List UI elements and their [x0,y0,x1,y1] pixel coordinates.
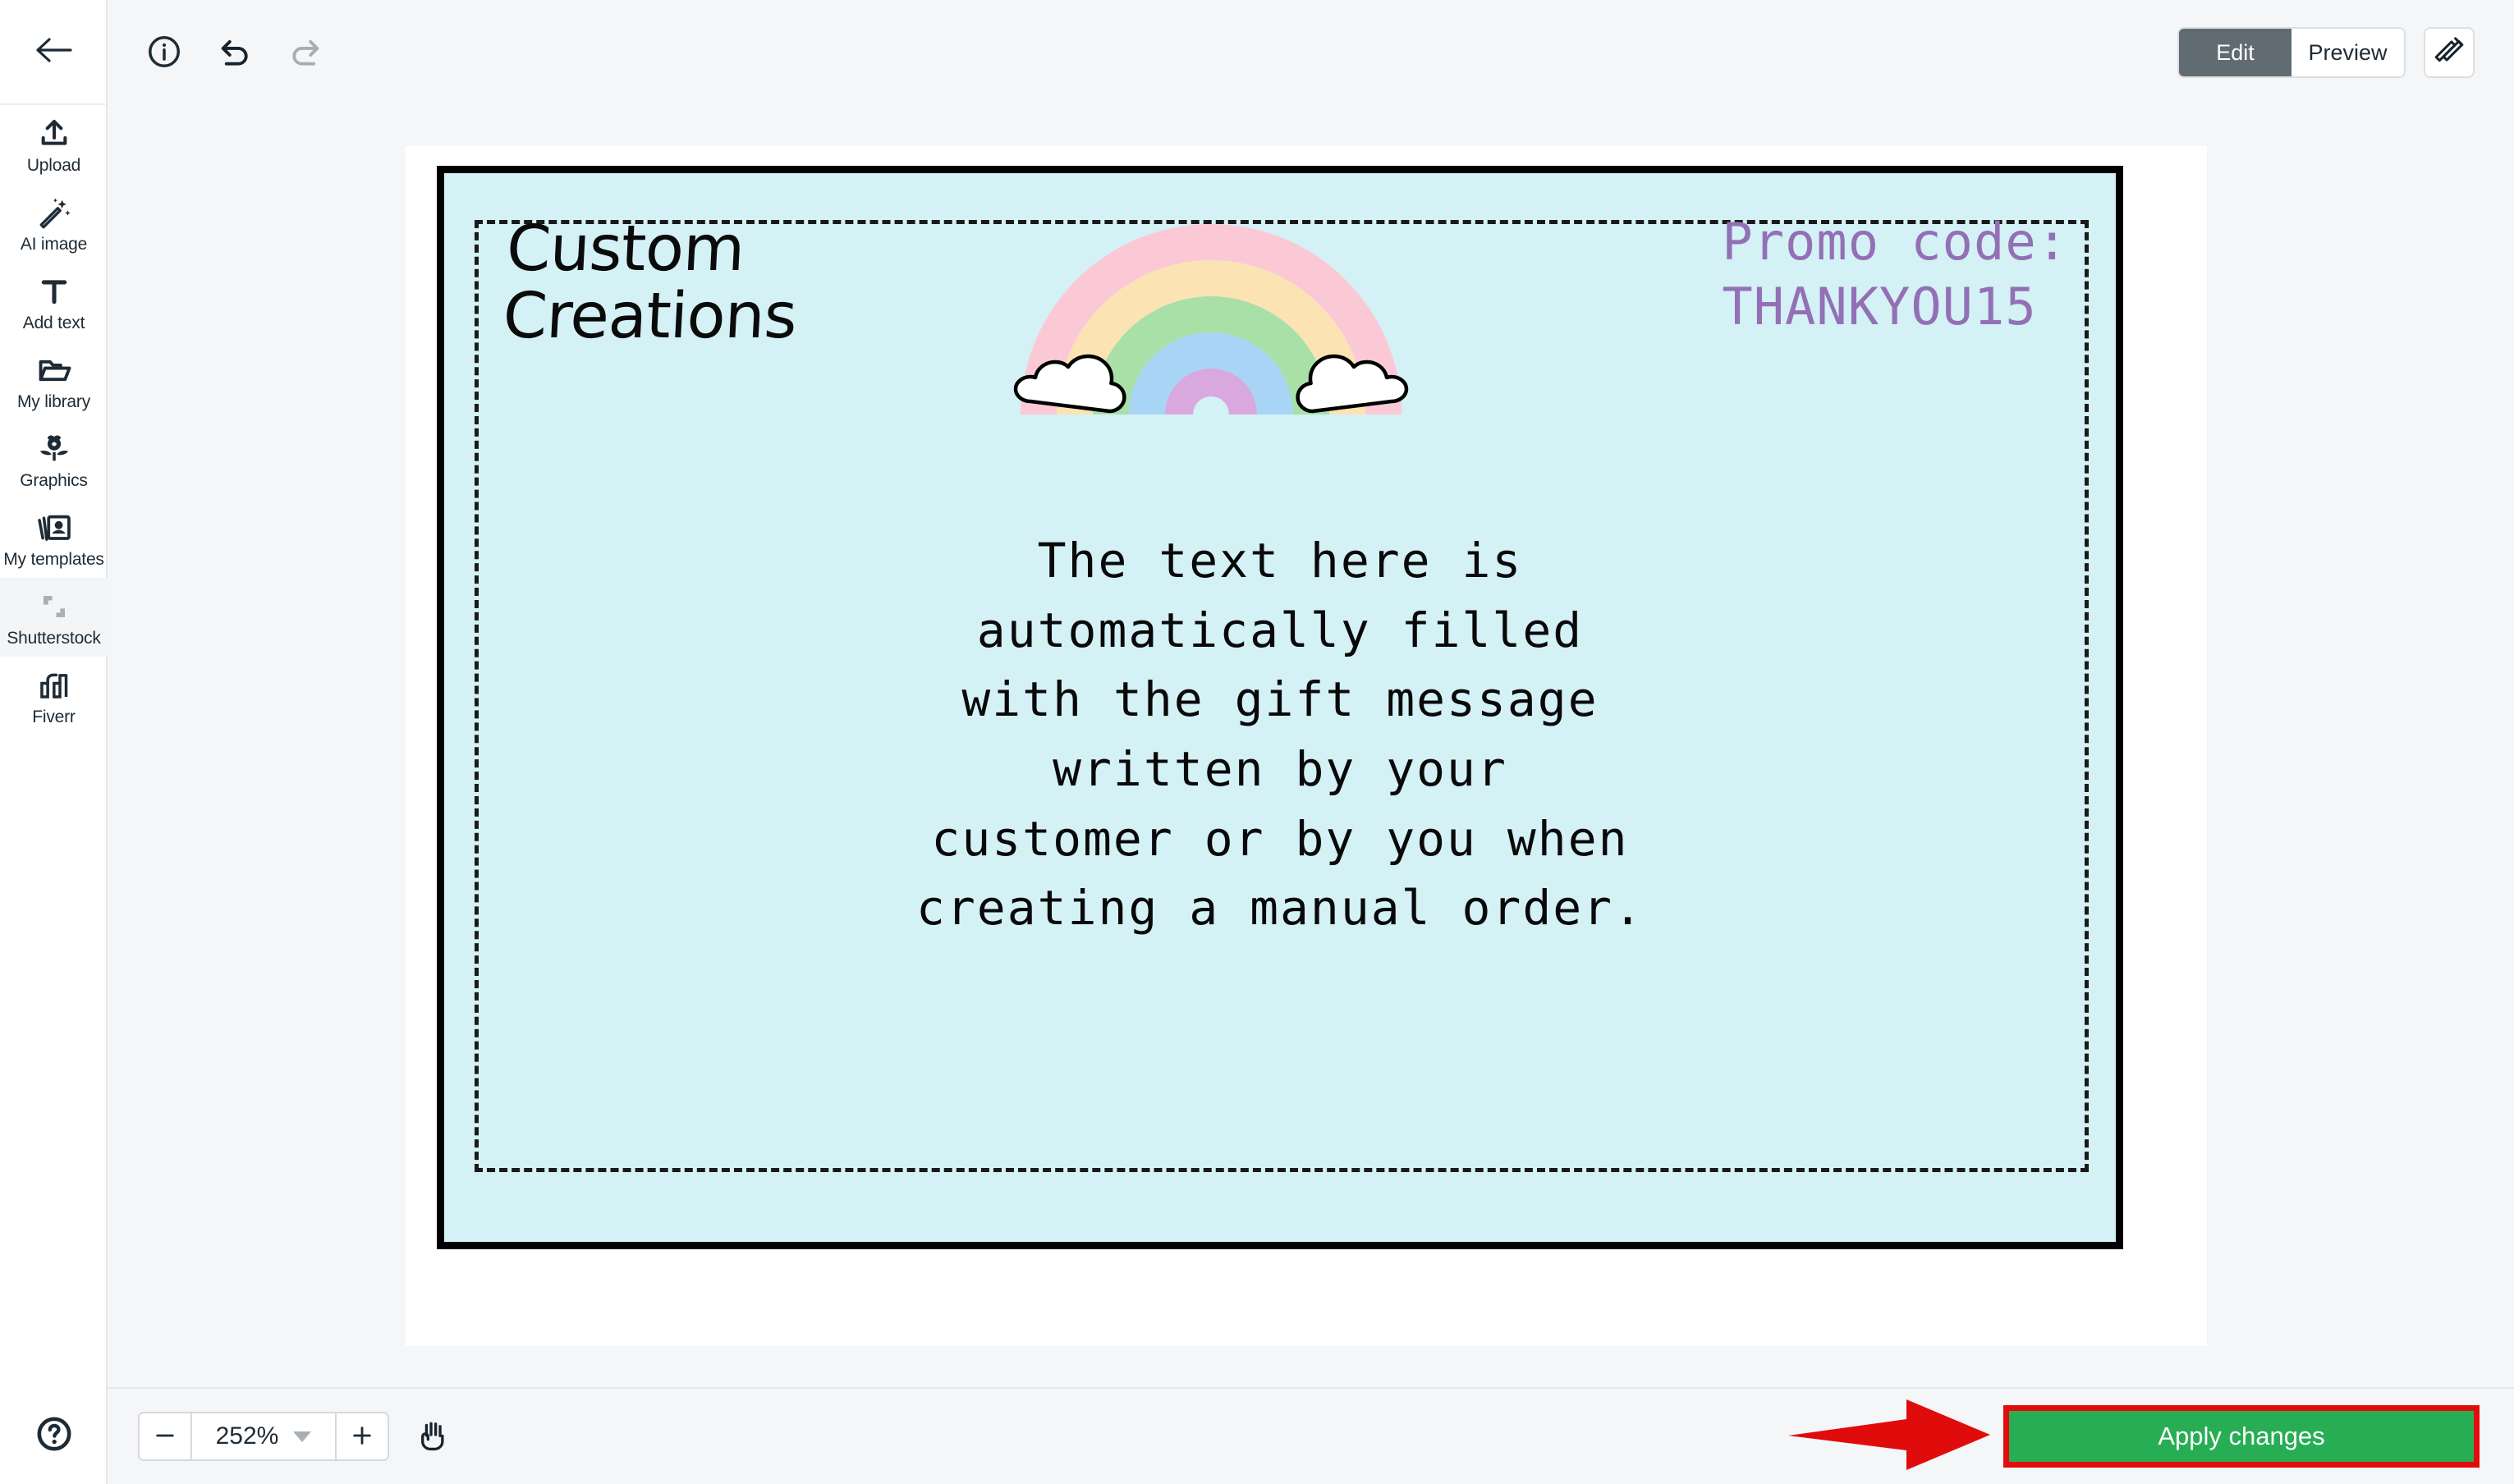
magic-wand-icon [37,195,71,230]
upload-icon [38,117,71,151]
design-page[interactable]: Custom Creations Promo code: THANKYOU15 [406,146,2207,1346]
text-t-icon [39,274,70,309]
zoom-control: 252% [138,1412,389,1461]
sidebar-item-add-text[interactable]: Add text [0,263,108,341]
sidebar-item-label: Shutterstock [7,629,101,648]
fiverr-icon [37,668,71,703]
redo-icon [287,34,323,72]
minus-icon [154,1424,177,1450]
sidebar-item-shutterstock[interactable]: Shutterstock [0,578,108,657]
sidebar-item-label: Fiverr [32,708,76,726]
card-title-text[interactable]: Custom Creations [502,213,802,353]
apply-area: Apply changes [1783,1398,2480,1476]
shutterstock-icon [38,589,71,624]
zoom-level-select[interactable]: 252% [190,1413,337,1459]
sidebar-item-label: My library [16,392,90,411]
help-button[interactable] [0,1387,108,1484]
sidebar-item-label: Add text [22,314,85,332]
back-button[interactable] [0,0,106,105]
design-tools-button[interactable] [2424,27,2475,78]
sidebar-item-fiverr[interactable]: Fiverr [0,657,108,735]
flower-icon [37,432,71,466]
hand-icon [416,1418,451,1455]
sidebar-item-my-library[interactable]: My library [0,341,108,420]
toolbar-right-group: Edit Preview [2177,27,2475,78]
pan-tool-button[interactable] [411,1413,456,1459]
undo-button[interactable] [212,30,258,76]
folder-icon [37,353,71,387]
bottom-toolbar: 252% Apply changes [108,1387,2514,1484]
top-toolbar: Edit Preview [108,0,2514,105]
back-arrow-icon [34,36,72,68]
templates-icon [36,511,72,545]
toolbar-left-group [141,30,328,76]
sidebar-item-upload[interactable]: Upload [0,105,108,184]
card-body-text[interactable]: The text here is automatically filled wi… [444,526,2116,943]
mode-toggle: Edit Preview [2177,27,2406,78]
info-circle-icon [146,34,182,72]
zoom-level-value: 252% [215,1422,279,1450]
sidebar-item-label: AI image [20,235,88,254]
sidebar-item-label: My templates [3,550,104,569]
info-button[interactable] [141,30,187,76]
red-arrow-annotation [1783,1398,1995,1476]
ruler-pencil-icon [2434,35,2465,71]
zoom-out-button[interactable] [140,1413,190,1459]
design-editor-app: Upload AI image Add text My library Grap… [0,0,2514,1484]
chevron-down-icon [293,1431,312,1442]
canvas-stage[interactable]: Custom Creations Promo code: THANKYOU15 [108,105,2514,1387]
greeting-card-artboard[interactable]: Custom Creations Promo code: THANKYOU15 [437,166,2123,1249]
sidebar-item-my-templates[interactable]: My templates [0,499,108,578]
tab-edit[interactable]: Edit [2179,29,2292,76]
sidebar-item-graphics[interactable]: Graphics [0,420,108,499]
undo-icon [217,34,253,72]
rainbow-with-clouds-graphic[interactable] [1006,208,1416,421]
zoom-in-button[interactable] [337,1413,388,1459]
sidebar-item-ai-image[interactable]: AI image [0,184,108,263]
plus-icon [351,1424,374,1450]
sidebar-item-label: Upload [26,156,81,175]
apply-changes-button[interactable]: Apply changes [2003,1405,2480,1468]
question-circle-icon [34,1414,74,1458]
promo-code-text[interactable]: Promo code: THANKYOU15 [1722,209,2068,340]
tab-preview[interactable]: Preview [2292,29,2404,76]
left-sidebar: Upload AI image Add text My library Grap… [0,0,108,1484]
redo-button[interactable] [282,30,328,76]
sidebar-item-label: Graphics [20,471,88,490]
